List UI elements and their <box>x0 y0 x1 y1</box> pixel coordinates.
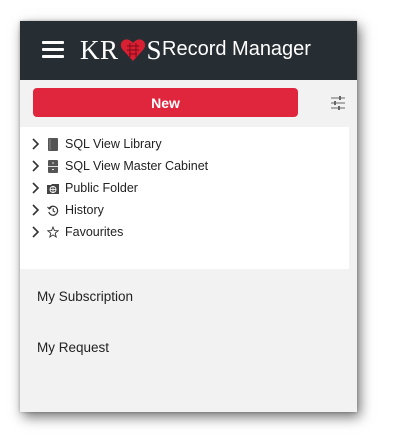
chevron-right-icon[interactable] <box>31 182 41 194</box>
my-subscription-link[interactable]: My Subscription <box>37 289 133 304</box>
my-request-link[interactable]: My Request <box>37 340 109 355</box>
tree-item-sql-view-master-cabinet[interactable]: SQL View Master Cabinet <box>31 156 208 176</box>
filter-settings-icon[interactable] <box>330 95 346 111</box>
tree-item-label: History <box>65 203 104 217</box>
top-bar: KR S Record Manager <box>20 21 357 80</box>
tree-item-label: SQL View Master Cabinet <box>65 159 209 173</box>
record-manager-panel: KR S Record Manager New SQL View Library… <box>20 21 357 412</box>
chevron-right-icon[interactable] <box>31 226 41 238</box>
tree-item-label: Favourites <box>65 225 124 239</box>
cabinet-icon <box>48 159 58 173</box>
heart-logo-icon <box>120 39 145 61</box>
book-icon <box>48 137 58 151</box>
chevron-right-icon[interactable] <box>31 138 41 150</box>
tree-item-public-folder[interactable]: Public Folder <box>31 178 138 198</box>
tree-item-favourites[interactable]: Favourites <box>31 222 123 242</box>
new-button[interactable]: New <box>33 88 298 117</box>
tree-item-history[interactable]: History <box>31 200 104 220</box>
hamburger-menu-icon[interactable] <box>42 41 64 59</box>
app-title: Record Manager <box>162 38 311 60</box>
folder-tree: SQL View Library SQL View Master Cabinet… <box>20 127 349 269</box>
chevron-right-icon[interactable] <box>31 204 41 216</box>
tree-item-sql-view-library[interactable]: SQL View Library <box>31 134 162 154</box>
logo-text-left: KR <box>80 34 119 65</box>
tree-item-label: SQL View Library <box>65 137 162 151</box>
history-icon <box>47 205 59 216</box>
logo-text-right: S <box>146 34 163 65</box>
kros-logo: KR S <box>80 34 162 66</box>
tree-item-label: Public Folder <box>65 181 138 195</box>
public-folder-icon <box>47 183 59 194</box>
chevron-right-icon[interactable] <box>31 160 41 172</box>
star-icon <box>47 225 59 238</box>
